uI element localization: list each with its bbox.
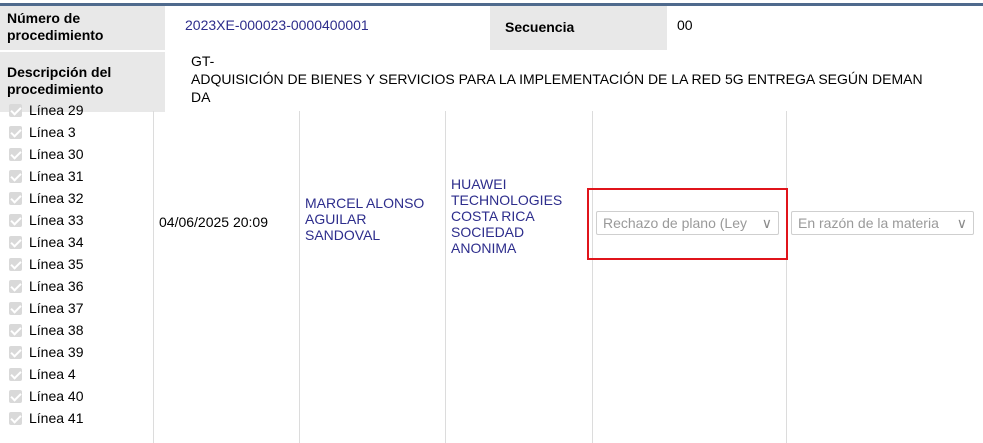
line-checkbox-item[interactable]: Línea 30 (9, 143, 84, 165)
line-checkbox-item[interactable]: Línea 35 (9, 253, 84, 275)
description-value: GT- ADQUISICIÓN DE BIENES Y SERVICIOS PA… (191, 53, 923, 105)
company-name[interactable]: HUAWEI TECHNOLOGIES COSTA RICA SOCIEDAD … (451, 176, 562, 256)
checkbox-checked-icon[interactable] (9, 368, 22, 381)
column-divider (786, 111, 787, 443)
line-checkbox-item[interactable]: Línea 34 (9, 231, 84, 253)
checkbox-checked-icon[interactable] (9, 280, 22, 293)
checkbox-checked-icon[interactable] (9, 170, 22, 183)
line-checkbox-item[interactable]: Línea 37 (9, 297, 84, 319)
submission-date: 04/06/2025 20:09 (159, 214, 268, 230)
rejection-reason-select[interactable]: En razón de la materia ∨ (791, 211, 974, 235)
checkbox-checked-icon[interactable] (9, 236, 22, 249)
line-checkbox-item[interactable]: Línea 32 (9, 187, 84, 209)
line-checkbox-item[interactable]: Línea 4 (9, 363, 76, 385)
proc-number-label: Número de procedimiento (0, 6, 165, 50)
highlight-box (587, 188, 788, 260)
line-checkbox-item[interactable]: Línea 36 (9, 275, 84, 297)
checkbox-checked-icon[interactable] (9, 302, 22, 315)
sequence-value: 00 (677, 17, 693, 33)
chevron-down-icon: ∨ (956, 215, 967, 231)
checkbox-checked-icon[interactable] (9, 126, 22, 139)
checkbox-checked-icon[interactable] (9, 412, 22, 425)
column-divider (299, 111, 300, 443)
sequence-label: Secuencia (490, 6, 667, 50)
checkbox-checked-icon[interactable] (9, 346, 22, 359)
line-checkbox-item[interactable]: Línea 39 (9, 341, 84, 363)
line-checkbox-item[interactable]: Línea 41 (9, 407, 84, 429)
column-divider (592, 111, 593, 443)
line-checkbox-item[interactable]: Línea 38 (9, 319, 84, 341)
rejection-reason-value: En razón de la materia (798, 215, 939, 231)
checkbox-checked-icon[interactable] (9, 214, 22, 227)
offers-grid: Línea 29 Línea 3 Línea 30 Línea 31 Línea… (0, 102, 983, 443)
column-divider (445, 111, 446, 443)
checkbox-checked-icon[interactable] (9, 324, 22, 337)
line-checkbox-item[interactable]: Línea 31 (9, 165, 84, 187)
representative-name[interactable]: MARCEL ALONSO AGUILAR SANDOVAL (305, 195, 424, 243)
checkbox-checked-icon[interactable] (9, 258, 22, 271)
line-checkbox-item[interactable]: Línea 40 (9, 385, 84, 407)
checkbox-checked-icon[interactable] (9, 148, 22, 161)
line-checkbox-item[interactable]: Línea 29 (9, 99, 84, 121)
checkbox-checked-icon[interactable] (9, 192, 22, 205)
checkbox-checked-icon[interactable] (9, 390, 22, 403)
line-checkbox-item[interactable]: Línea 3 (9, 121, 76, 143)
column-divider (153, 111, 154, 443)
checkbox-checked-icon[interactable] (9, 104, 22, 117)
proc-number-value: 2023XE-000023-0000400001 (185, 17, 369, 33)
line-checkbox-item[interactable]: Línea 33 (9, 209, 84, 231)
